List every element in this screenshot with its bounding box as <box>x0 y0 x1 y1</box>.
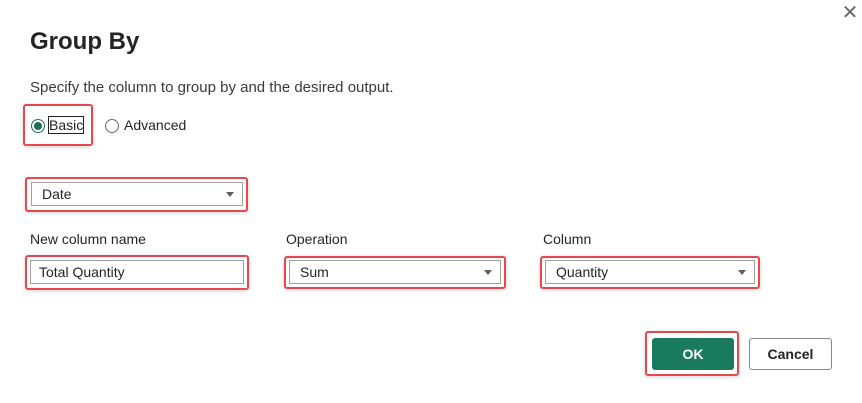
operation-value: Sum <box>300 264 329 280</box>
dialog-description: Specify the column to group by and the d… <box>30 79 394 96</box>
cancel-button[interactable]: Cancel <box>749 338 832 370</box>
group-by-dialog: ✕ Group By Specify the column to group b… <box>0 0 862 403</box>
radio-advanced-label[interactable]: Advanced <box>124 117 186 133</box>
operation-label: Operation <box>286 231 348 247</box>
radio-basic-label[interactable]: Basic <box>47 116 85 134</box>
chevron-down-icon <box>738 270 746 275</box>
chevron-down-icon <box>226 192 234 197</box>
radio-basic[interactable] <box>31 119 45 133</box>
column-select[interactable]: Quantity <box>545 260 755 284</box>
group-by-column-select[interactable]: Date <box>31 182 243 206</box>
new-column-name-label: New column name <box>30 231 146 247</box>
group-by-column-value: Date <box>42 186 72 202</box>
ok-button[interactable]: OK <box>652 338 734 370</box>
operation-select[interactable]: Sum <box>289 260 501 284</box>
column-value: Quantity <box>556 264 609 280</box>
column-label: Column <box>543 231 592 247</box>
dialog-title: Group By <box>30 28 140 55</box>
new-column-name-input[interactable] <box>30 260 244 284</box>
close-icon[interactable]: ✕ <box>840 3 860 23</box>
radio-advanced[interactable] <box>105 119 119 133</box>
chevron-down-icon <box>484 270 492 275</box>
